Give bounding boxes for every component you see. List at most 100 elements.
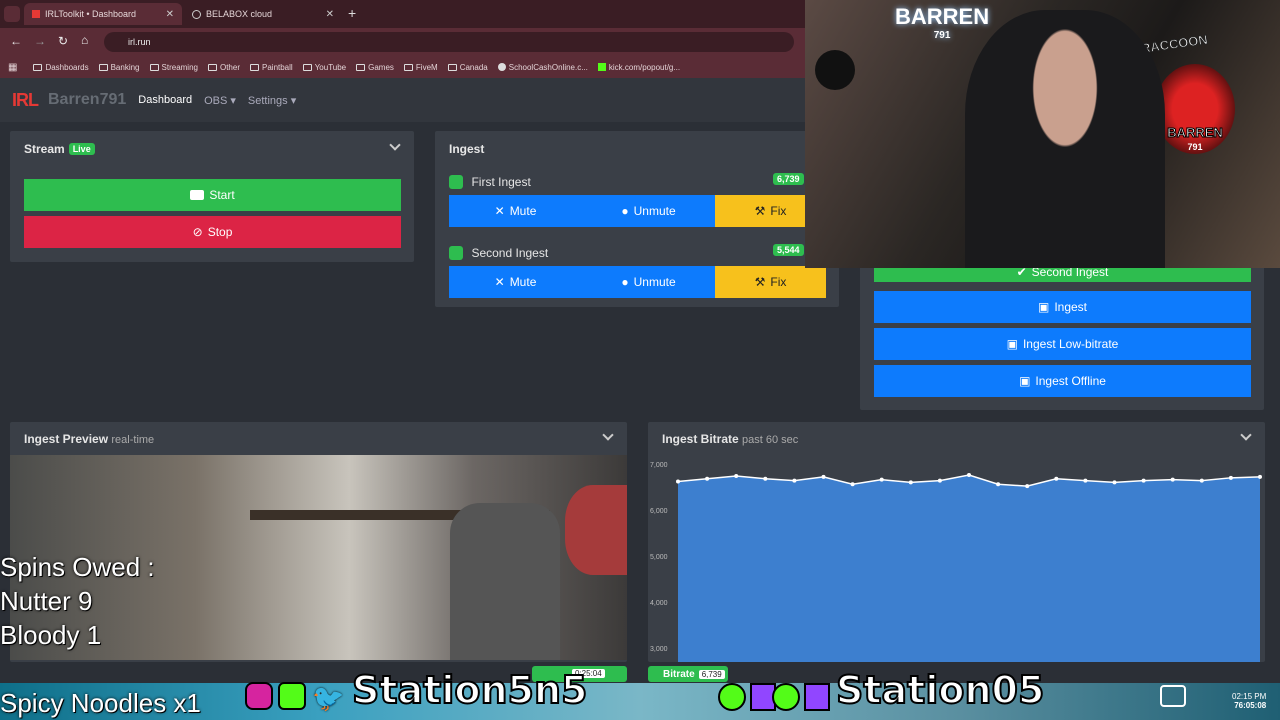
ingest-title: Ingest bbox=[449, 142, 485, 156]
microphone-icon bbox=[449, 174, 463, 189]
bitrate-point bbox=[763, 476, 768, 481]
folder-icon bbox=[356, 63, 366, 71]
close-icon[interactable]: ✕ bbox=[166, 9, 174, 20]
microphone-icon bbox=[449, 245, 463, 260]
y-tick-label: 3,000 bbox=[650, 646, 668, 653]
robot-icon: ▣ bbox=[1006, 337, 1018, 351]
microphone bbox=[815, 50, 855, 90]
tab-label: IRLToolkit • Dashboard bbox=[45, 9, 137, 19]
mute-button[interactable]: ✕ Mute bbox=[449, 195, 582, 227]
scene-ingest-button[interactable]: ▣ Ingest bbox=[874, 291, 1251, 323]
chevron-down-icon[interactable] bbox=[1240, 429, 1252, 441]
bitrate-point bbox=[996, 482, 1001, 487]
ingest-bitrate-card: Ingest Bitrate past 60 sec 7,000 6,000 5,0… bbox=[648, 422, 1265, 662]
bitrate-point bbox=[1112, 480, 1117, 485]
taskbar-icon[interactable] bbox=[1160, 685, 1186, 707]
live-badge: Live bbox=[68, 143, 95, 155]
bookmark-dashboards[interactable]: Dashboards bbox=[33, 63, 89, 72]
stream-card: Stream Live Start ⊘ Stop bbox=[10, 131, 414, 262]
bookmarks-bar: ▦ Dashboards Banking Streaming Other Pai… bbox=[0, 56, 805, 78]
bitrate-point bbox=[1228, 475, 1233, 480]
bookmark-youtube[interactable]: YouTube bbox=[302, 63, 346, 72]
app-navbar: IRL Barren791 Dashboard OBS ▾ Settings ▾ bbox=[0, 78, 805, 122]
microphone-icon: ● bbox=[621, 275, 629, 289]
globe-icon bbox=[192, 9, 201, 19]
reload-icon[interactable]: ↻ bbox=[58, 34, 68, 48]
chevron-down-icon[interactable] bbox=[602, 429, 614, 441]
tab-label: BELABOX cloud bbox=[206, 9, 273, 19]
stream-card-header: Stream Live bbox=[24, 142, 95, 156]
bitrate-point bbox=[1025, 484, 1030, 489]
bitrate-point bbox=[792, 478, 797, 483]
bitrate-status-pill: Bitrate 6,739 bbox=[648, 666, 728, 682]
mute-button[interactable]: ✕ Mute bbox=[449, 266, 582, 298]
forward-icon[interactable]: → bbox=[34, 34, 46, 48]
bookmark-other[interactable]: Other bbox=[207, 63, 240, 72]
ingest-name: Second Ingest bbox=[471, 245, 549, 260]
chevron-down-icon[interactable] bbox=[389, 139, 401, 151]
microphone-icon: ● bbox=[621, 204, 629, 218]
bitrate-point bbox=[937, 478, 942, 483]
bitrate-point bbox=[705, 476, 710, 481]
nav-dashboard[interactable]: Dashboard bbox=[138, 94, 192, 106]
instagram-icon bbox=[245, 682, 273, 710]
brand-name[interactable]: Barren791 bbox=[48, 91, 126, 109]
bitrate-point bbox=[879, 477, 884, 482]
unmute-button[interactable]: ● Unmute bbox=[582, 266, 715, 298]
tab-irltoolkit[interactable]: IRLToolkit • Dashboard ✕ bbox=[24, 3, 182, 25]
ingest-item-first: First Ingest 6,739 bbox=[449, 173, 826, 191]
scene-ingest-offline-button[interactable]: ▣ Ingest Offline bbox=[874, 365, 1251, 397]
close-icon[interactable]: ✕ bbox=[326, 9, 334, 20]
twitter-icon: 🐦 bbox=[312, 683, 345, 713]
bitrate-point bbox=[850, 482, 855, 487]
folder-icon bbox=[447, 63, 457, 71]
bookmark-streaming[interactable]: Streaming bbox=[149, 63, 198, 72]
fix-button[interactable]: ⚒ Fix bbox=[715, 266, 826, 298]
tab-bar: IRLToolkit • Dashboard ✕ BELABOX cloud ✕… bbox=[0, 0, 805, 28]
bookmark-fivem[interactable]: FiveM bbox=[403, 63, 438, 72]
bookmark-canada[interactable]: Canada bbox=[447, 63, 488, 72]
person-head bbox=[565, 485, 627, 575]
bitrate-chart: 7,000 6,000 5,000 4,000 3,000 bbox=[650, 462, 1262, 662]
ingest-item-second: Second Ingest 5,544 bbox=[449, 244, 826, 262]
streamer-silhouette bbox=[965, 10, 1165, 268]
bitrate-badge: 6,739 bbox=[773, 173, 804, 185]
stream-title: Stream bbox=[24, 142, 65, 156]
scenes-card: ✔ Second Ingest ▣ Ingest ▣ Ingest Low-bitra… bbox=[860, 262, 1264, 410]
irl-logo[interactable]: IRL bbox=[12, 90, 39, 111]
bitrate-area bbox=[678, 475, 1260, 662]
bookmark-games[interactable]: Games bbox=[356, 63, 394, 72]
apps-icon[interactable]: ▦ bbox=[8, 62, 17, 73]
bitrate-point bbox=[1199, 478, 1204, 483]
play-icon bbox=[718, 683, 746, 711]
scene-ingest-low-bitrate-button[interactable]: ▣ Ingest Low-bitrate bbox=[874, 328, 1251, 360]
tab-menu-button[interactable] bbox=[4, 6, 20, 22]
bookmark-banking[interactable]: Banking bbox=[98, 63, 140, 72]
bookmark-kick[interactable]: kick.com/popout/g... bbox=[597, 63, 680, 72]
home-icon[interactable]: ⌂ bbox=[81, 33, 88, 47]
bookmark-schoolcash[interactable]: SchoolCashOnline.c... bbox=[497, 63, 588, 72]
stop-button[interactable]: ⊘ Stop bbox=[24, 216, 401, 248]
folder-icon bbox=[302, 63, 312, 71]
start-button[interactable]: Start bbox=[24, 179, 401, 211]
y-tick-label: 6,000 bbox=[650, 508, 668, 515]
address-bar[interactable]: irl.run bbox=[104, 32, 794, 52]
twitch-icon bbox=[804, 683, 830, 711]
bitrate-point bbox=[821, 474, 826, 479]
folder-icon bbox=[250, 63, 259, 71]
nav-obs[interactable]: OBS ▾ bbox=[204, 94, 236, 107]
folder-icon bbox=[149, 63, 159, 71]
bitrate-header: Ingest Bitrate past 60 sec bbox=[662, 432, 799, 446]
wrench-icon: ⚒ bbox=[754, 275, 766, 289]
bookmark-paintball[interactable]: Paintball bbox=[250, 63, 293, 72]
video-camera-off-icon: ⊘ bbox=[192, 225, 203, 239]
kick-icon bbox=[278, 682, 306, 710]
nav-settings[interactable]: Settings ▾ bbox=[248, 94, 296, 107]
tab-belabox[interactable]: BELABOX cloud ✕ bbox=[184, 3, 342, 25]
y-tick-label: 4,000 bbox=[650, 600, 668, 607]
back-icon[interactable]: ← bbox=[10, 34, 22, 48]
unmute-button[interactable]: ● Unmute bbox=[582, 195, 715, 227]
y-tick-label: 7,000 bbox=[650, 462, 668, 469]
new-tab-button[interactable]: + bbox=[348, 5, 356, 21]
bitrate-point bbox=[676, 479, 680, 484]
